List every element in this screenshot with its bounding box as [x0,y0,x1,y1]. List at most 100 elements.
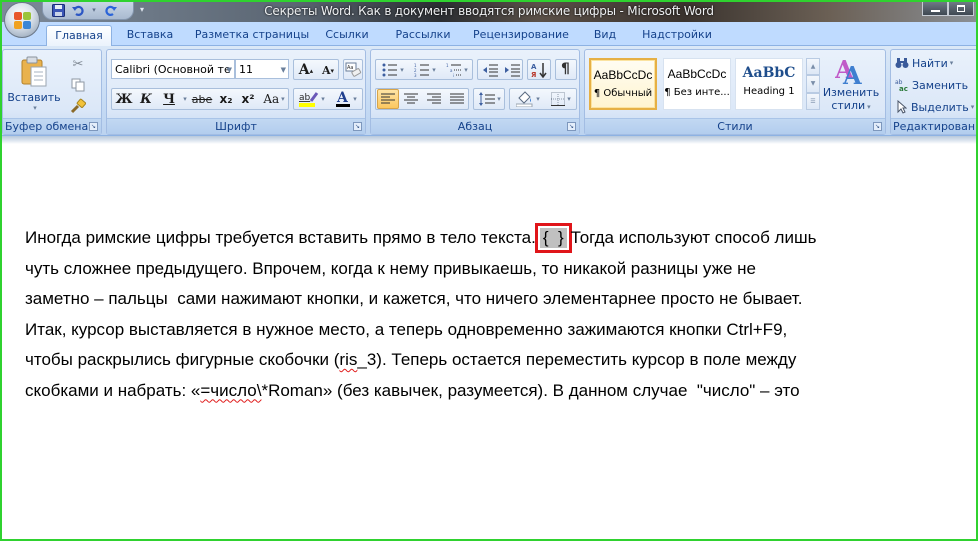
replace-button[interactable]: ab ac Заменить [895,76,968,94]
tab-review[interactable]: Рецензирование [469,25,573,46]
tab-insert[interactable]: Вставка [120,25,180,46]
align-center-icon [404,93,418,104]
styles-gallery-scroll: ▲ ▼ ☰ [806,58,820,110]
maximize-button[interactable] [948,2,974,16]
format-painter-button[interactable] [69,97,87,115]
style-sample: AaBbCcDc [593,68,653,82]
font-color-icon: A [336,90,351,107]
superscript-button[interactable]: x² [238,89,258,109]
line-spacing-icon [479,92,496,106]
paste-button[interactable]: Вставить ▾ [7,54,61,114]
grow-font-button[interactable]: A ▴ [296,60,316,80]
text-run: скобками и набрать: « [25,380,201,400]
show-formatting-marks-button[interactable]: ¶ [555,59,577,80]
change-styles-label-1: Изменить [822,86,880,99]
tab-references[interactable]: Ссылки [322,25,372,46]
select-button[interactable]: Выделить ▾ [897,98,974,116]
bold-button[interactable]: Ж [114,89,134,109]
bullets-button[interactable]: ▾ [378,60,408,80]
multilevel-list-button[interactable]: 1 a i ▾ [442,60,472,80]
line-spacing-inner: ▾ [476,89,504,109]
decrease-indent-button[interactable] [480,60,500,80]
pilcrow-icon: ¶ [561,61,570,77]
document-line: Итак, курсор выставляется в нужное место… [25,319,788,339]
increase-indent-button[interactable] [502,60,522,80]
chevron-down-icon: ▼ [226,66,232,74]
shading-button[interactable]: ▾ [512,89,544,109]
replace-label: Заменить [912,78,969,92]
sort-button[interactable]: AЯ [527,59,551,80]
shrink-font-button[interactable]: A ▾ [318,60,338,80]
minimize-button[interactable] [922,2,948,16]
font-dialog-launcher[interactable]: ↘ [353,122,362,131]
style-normal[interactable]: AaBbCcDc ¶ Обычный [589,58,657,110]
svg-text:A: A [336,90,349,106]
change-case-button[interactable]: Aa ▾ [260,89,288,109]
line-spacing-button[interactable]: ▾ [473,88,505,110]
style-sample: AaBbC [742,65,796,81]
strikethrough-button[interactable]: abe [190,89,214,109]
spelling-error[interactable]: ris [339,350,357,369]
styles-dialog-launcher[interactable]: ↘ [873,122,882,131]
svg-text:Aa: Aa [347,65,353,71]
change-styles-label-2-wrap: стили ▾ [831,99,870,114]
document-page[interactable]: Иногда римские цифры требуется вставить … [2,144,976,539]
indent-buttons [477,59,523,80]
justify-button[interactable] [446,89,468,109]
align-left-button[interactable] [377,89,399,109]
paste-label: Вставить [7,91,61,104]
gallery-more-button[interactable]: ☰ [806,92,820,110]
align-center-button[interactable] [400,89,422,109]
tab-home[interactable]: Главная [46,25,112,47]
change-styles-button[interactable]: AA Изменить стили ▾ [823,54,879,116]
tab-mailings[interactable]: Рассылки [390,25,456,46]
underline-button[interactable]: Ч [158,89,180,109]
field-code-braces[interactable]: { } [534,223,572,253]
tab-page-layout[interactable]: Разметка страницы [190,25,314,46]
align-right-icon [427,93,441,104]
paste-dropdown-icon: ▾ [33,104,37,112]
gallery-up-button[interactable]: ▲ [806,58,820,76]
office-button[interactable] [4,2,40,38]
highlight-color-button[interactable]: ab ▾ [296,89,328,109]
font-style-buttons: Ж К Ч ▾ abe x₂ x² Aa ▾ [111,88,289,110]
tab-addins[interactable]: Надстройки [637,25,717,46]
align-right-button[interactable] [423,89,445,109]
font-size-combo[interactable]: 11 ▼ [235,59,289,79]
borders-icon [551,92,566,106]
alignment-buttons [375,88,469,110]
cut-button[interactable]: ✂ [69,55,87,73]
color-buttons: ab ▾ A ▾ [293,88,363,110]
font-size-buttons: A ▴ A ▾ [293,59,339,80]
style-heading-1[interactable]: AaBbC Heading 1 [735,58,803,110]
font-name-combo[interactable]: Calibri (Основной те ▼ [111,59,235,79]
document-body[interactable]: Иногда римские цифры требуется вставить … [25,223,965,406]
clipboard-dialog-launcher[interactable]: ↘ [89,122,98,131]
underline-dropdown[interactable]: ▾ [180,89,188,109]
chevron-down-icon: ▾ [949,59,954,67]
office-logo-icon [14,12,32,30]
find-button[interactable]: Найти ▾ [895,54,953,72]
style-name: Heading 1 [743,86,795,97]
svg-text:i: i [453,73,454,77]
subscript-button[interactable]: x₂ [216,89,236,109]
svg-text:3: 3 [414,73,417,77]
document-line: Иногда римские цифры требуется вставить … [25,223,965,254]
tab-view[interactable]: Вид [587,25,623,46]
text-run: *Roman» (без кавычек, разумеется). В дан… [261,380,800,400]
spelling-error[interactable]: =число\ [200,381,261,400]
copy-button[interactable] [69,76,87,94]
style-no-spacing[interactable]: AaBbCcDc ¶ Без инте... [663,58,731,110]
clear-formatting-button[interactable]: Aa [343,59,363,80]
numbering-button[interactable]: 1 2 3 ▾ [410,60,440,80]
ribbon-tabs: Главная Вставка Разметка страницы Ссылки… [2,22,976,47]
justify-icon [450,93,464,104]
font-color-button[interactable]: A ▾ [330,89,362,109]
replace-icon: abac [895,79,908,92]
borders-button[interactable]: ▾ [546,89,576,109]
gallery-down-button[interactable]: ▼ [806,75,820,93]
align-left-icon [381,93,395,104]
text-run: Тогда используют способ лишь [570,228,817,247]
italic-button[interactable]: К [136,89,156,109]
paragraph-dialog-launcher[interactable]: ↘ [567,122,576,131]
